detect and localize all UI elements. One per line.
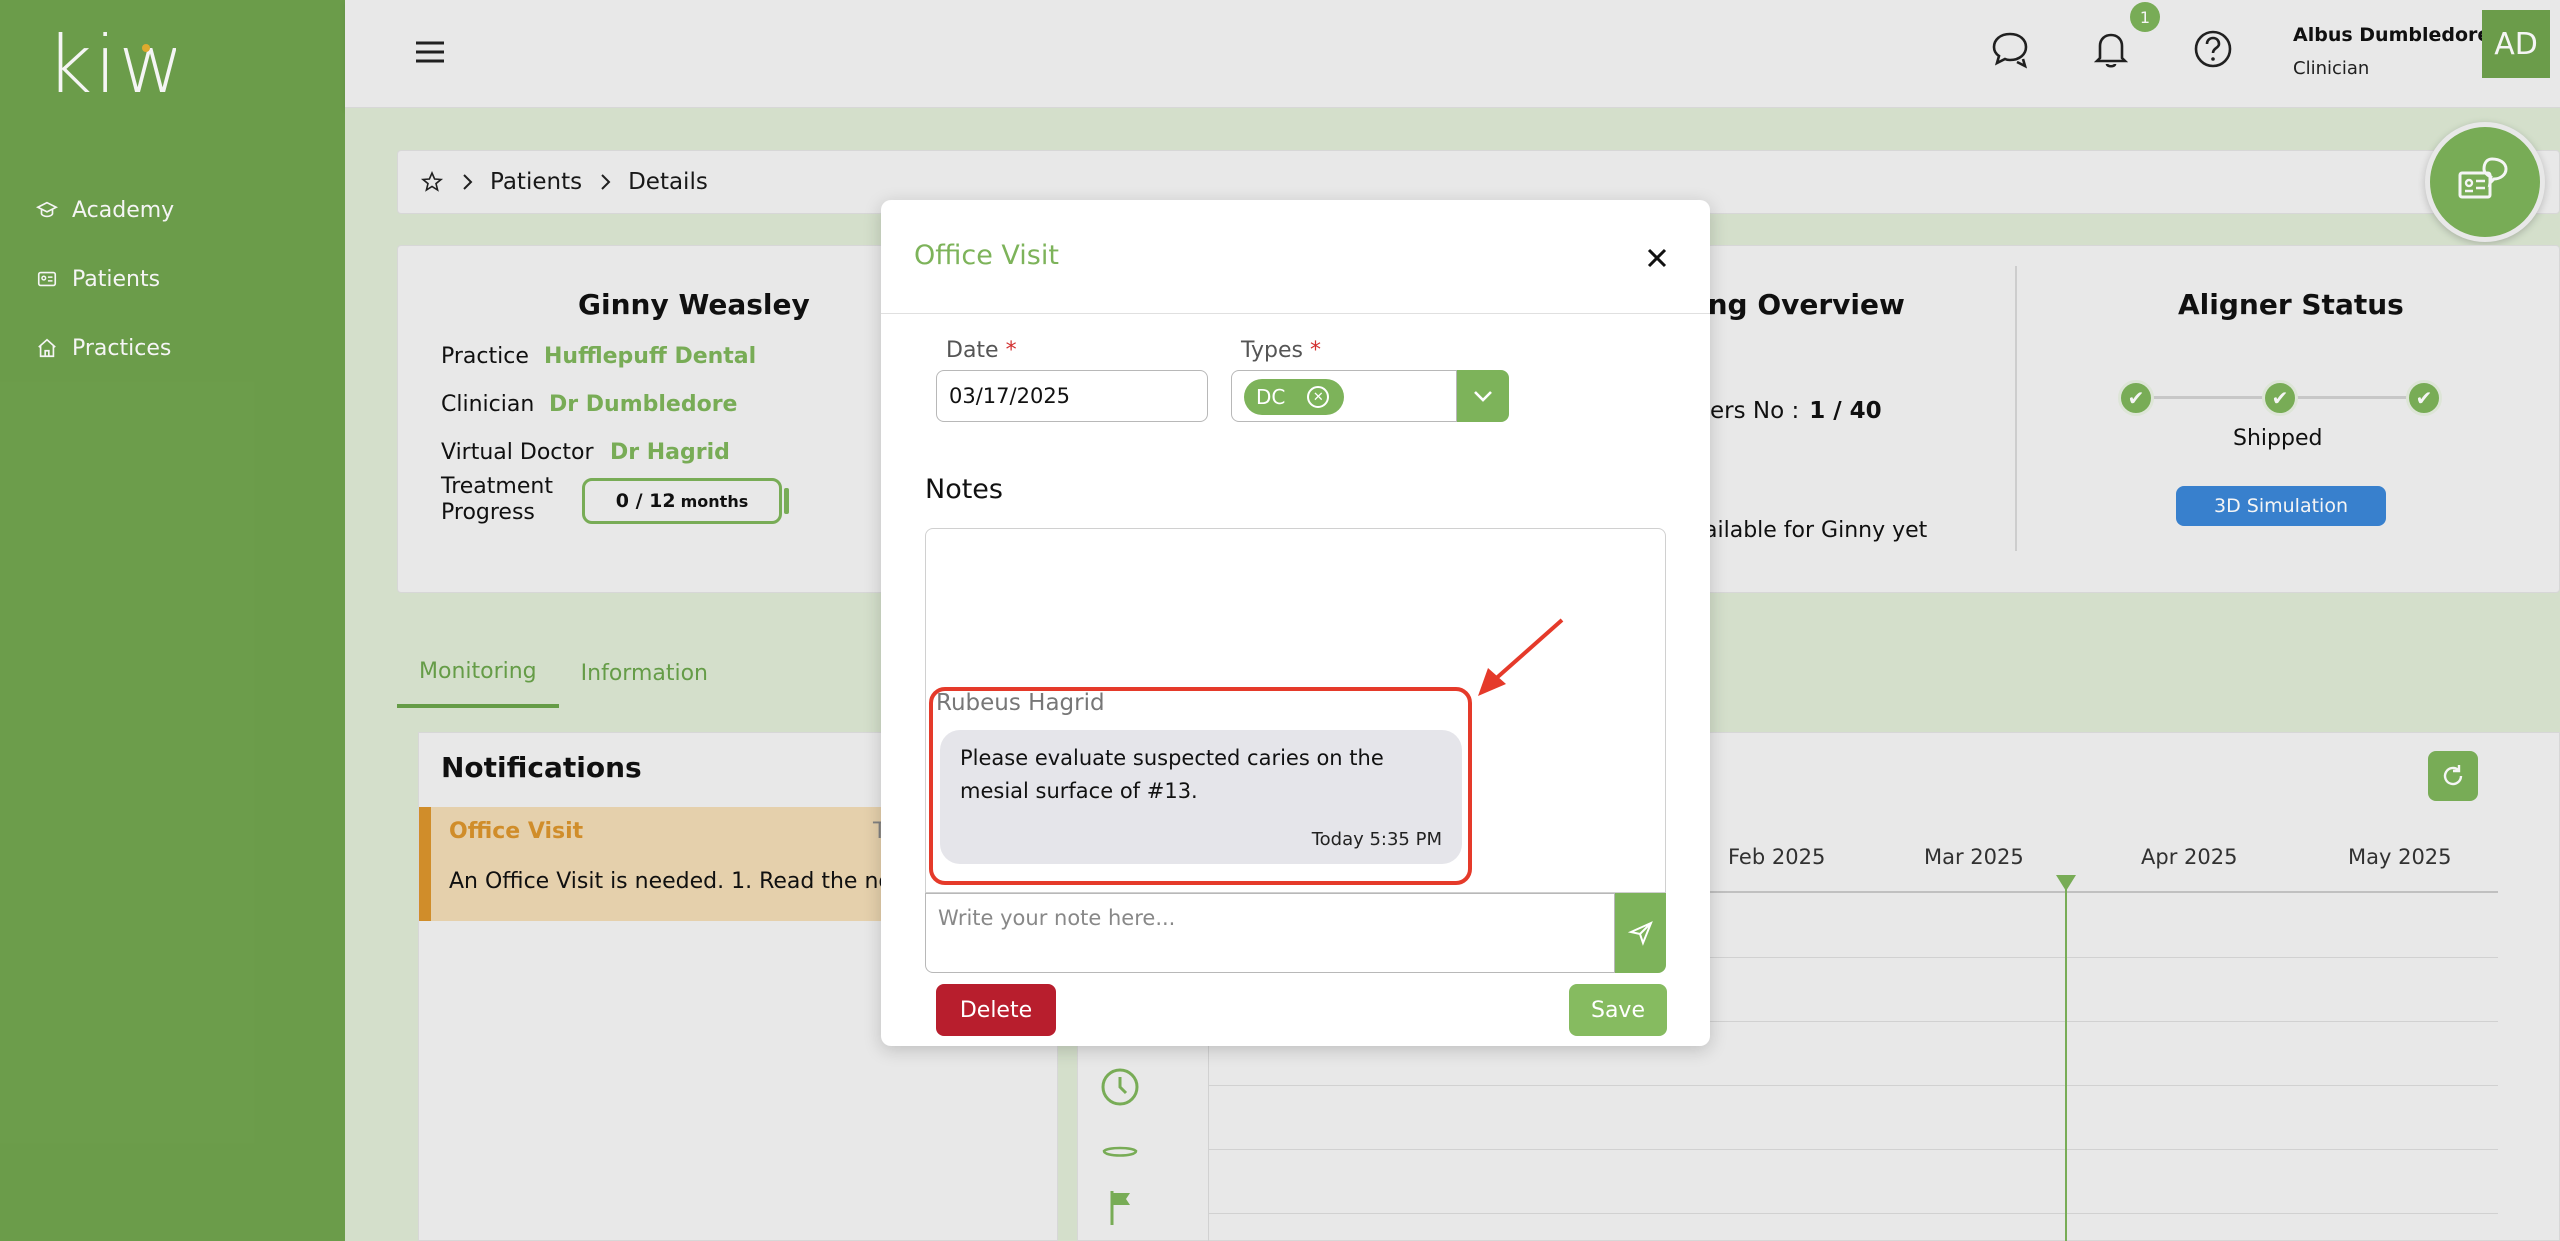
types-dropdown-button[interactable] — [1457, 370, 1509, 422]
note-input[interactable] — [925, 893, 1615, 973]
date-field[interactable] — [936, 370, 1208, 422]
types-label: Types * — [1241, 338, 1321, 363]
modal-title: Office Visit — [914, 240, 1059, 271]
send-icon — [1627, 921, 1653, 946]
send-note-button[interactable] — [1615, 893, 1666, 973]
date-label: Date * — [946, 338, 1017, 363]
close-icon[interactable] — [1639, 240, 1675, 276]
delete-button[interactable]: Delete — [936, 984, 1056, 1036]
required-mark: * — [1310, 338, 1321, 363]
remove-chip-icon[interactable]: ✕ — [1307, 386, 1330, 408]
required-mark: * — [1005, 338, 1017, 363]
types-label-text: Types — [1241, 338, 1303, 363]
notes-title: Notes — [925, 474, 1003, 505]
type-chip[interactable]: DC ✕ — [1244, 379, 1344, 415]
save-button[interactable]: Save — [1569, 984, 1667, 1036]
type-chip-label: DC — [1256, 385, 1286, 409]
date-label-text: Date — [946, 338, 999, 363]
annotation-arrow-icon — [1478, 618, 1564, 696]
annotation-highlight-box — [929, 687, 1472, 885]
office-visit-modal: Office Visit Date * Types * DC ✕ Notes R… — [881, 200, 1710, 1046]
chevron-down-icon — [1474, 391, 1492, 402]
modal-header: Office Visit — [881, 200, 1710, 314]
types-select[interactable]: DC ✕ — [1231, 370, 1457, 422]
